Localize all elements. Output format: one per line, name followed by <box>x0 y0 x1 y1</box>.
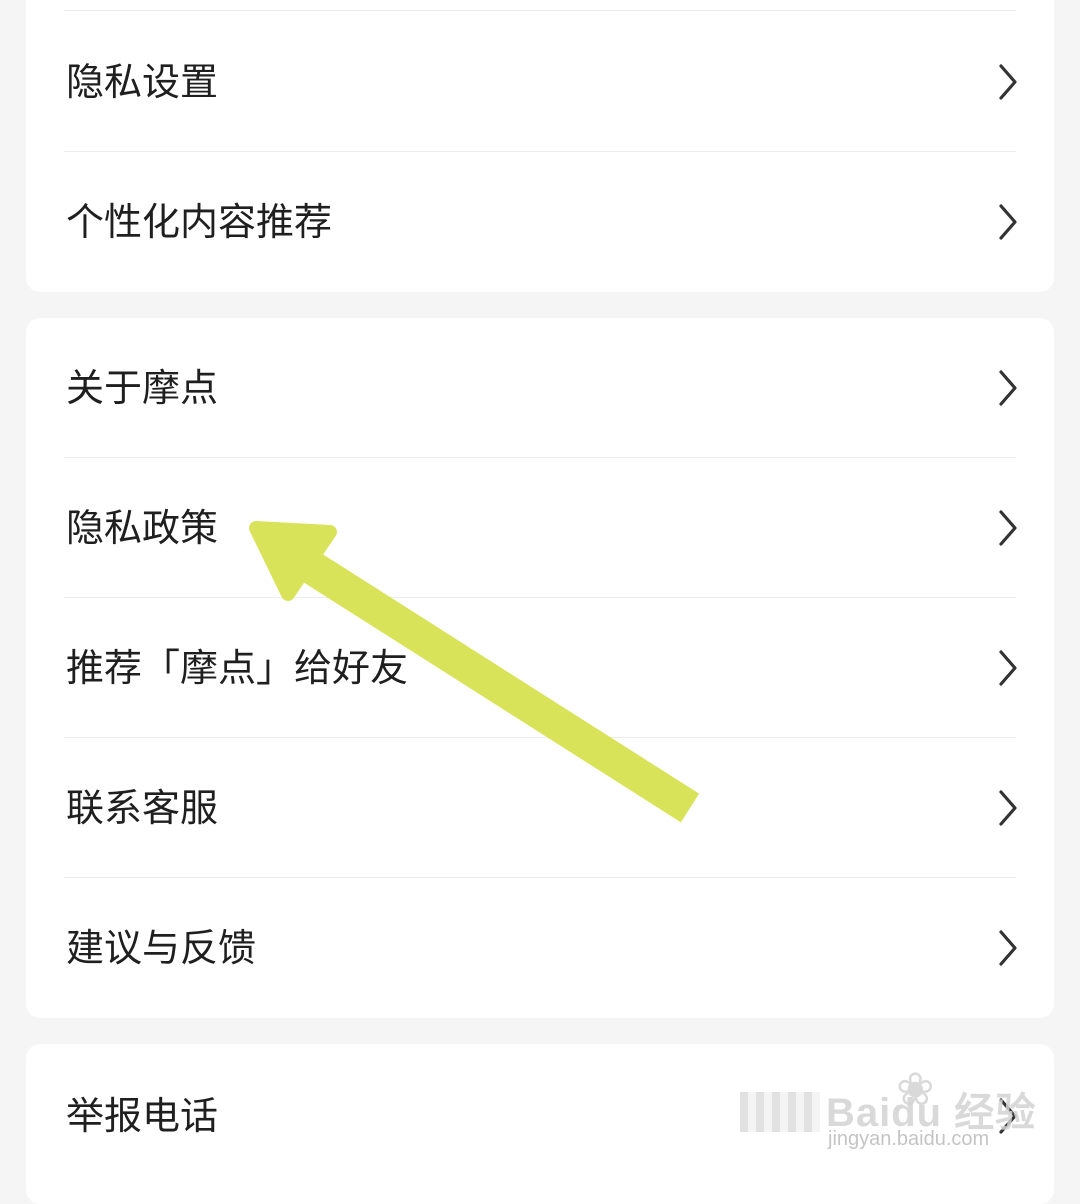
settings-item-label: 关于摩点 <box>66 366 219 410</box>
settings-item-report-phone[interactable]: 举报电话 <box>26 1046 1054 1186</box>
settings-item-label: 个性化内容推荐 <box>66 200 333 244</box>
divider <box>64 10 1016 11</box>
settings-item-personalized-recommendation[interactable]: 个性化内容推荐 <box>26 152 1054 292</box>
chevron-right-icon <box>998 64 1018 100</box>
settings-item-share-app[interactable]: 推荐「摩点」给好友 <box>26 598 1054 738</box>
settings-item-label: 联系客服 <box>66 786 219 830</box>
settings-item-label: 隐私设置 <box>66 60 219 104</box>
settings-item-label: 举报电话 <box>66 1094 219 1138</box>
chevron-right-icon <box>998 370 1018 406</box>
settings-item-label: 建议与反馈 <box>66 926 257 970</box>
settings-card-report: 举报电话 <box>26 1044 1054 1204</box>
chevron-right-icon <box>998 204 1018 240</box>
chevron-right-icon <box>998 510 1018 546</box>
chevron-right-icon <box>998 930 1018 966</box>
chevron-right-icon <box>998 1098 1018 1134</box>
settings-item-privacy-settings[interactable]: 隐私设置 <box>26 12 1054 152</box>
settings-card-privacy: 隐私设置 个性化内容推荐 <box>26 0 1054 292</box>
settings-card-about: 关于摩点 隐私政策 推荐「摩点」给好友 联系客服 建议与反馈 <box>26 318 1054 1018</box>
settings-item-label: 推荐「摩点」给好友 <box>66 646 409 690</box>
settings-item-label: 隐私政策 <box>66 506 219 550</box>
settings-item-feedback[interactable]: 建议与反馈 <box>26 878 1054 1018</box>
settings-item-privacy-policy[interactable]: 隐私政策 <box>26 458 1054 598</box>
settings-item-about[interactable]: 关于摩点 <box>26 318 1054 458</box>
chevron-right-icon <box>998 790 1018 826</box>
settings-item-customer-service[interactable]: 联系客服 <box>26 738 1054 878</box>
chevron-right-icon <box>998 650 1018 686</box>
